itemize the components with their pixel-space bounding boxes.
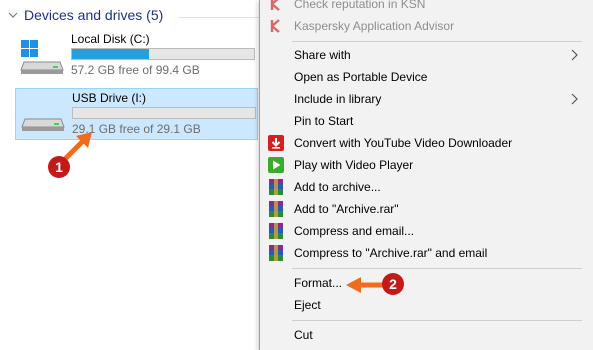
winrar-icon <box>269 201 283 217</box>
menu-separator <box>292 320 582 321</box>
menu-item-compress-email[interactable]: Compress and email... <box>260 220 592 242</box>
devices-and-drives-header[interactable]: Devices and drives (5) <box>4 6 262 26</box>
menu-item-eject[interactable]: Eject <box>260 294 592 316</box>
drive-name: USB Drive (I:) <box>72 91 147 105</box>
drive-usage-bar <box>72 107 256 119</box>
drive-local-disk-c[interactable]: Local Disk (C:) 57.2 GB free of 99.4 GB <box>15 30 258 82</box>
pointer-arrow-icon <box>63 132 92 161</box>
winrar-icon <box>269 223 283 239</box>
menu-item-add-archive[interactable]: Add to archive... <box>260 176 592 198</box>
drive-name: Local Disk (C:) <box>71 32 150 46</box>
winrar-icon <box>269 245 283 261</box>
section-divider <box>179 17 259 18</box>
usb-drive-icon <box>21 118 65 131</box>
pointer-arrow-icon <box>346 277 384 293</box>
chevron-right-icon <box>571 49 578 61</box>
menu-item-share-with[interactable]: Share with <box>260 44 592 66</box>
menu-item-pin-start[interactable]: Pin to Start <box>260 110 592 132</box>
menu-separator <box>292 41 582 42</box>
menu-item-play-video[interactable]: Play with Video Player <box>260 154 592 176</box>
kaspersky-icon <box>270 0 280 11</box>
windows-drive-icon <box>20 40 64 74</box>
play-icon <box>268 157 284 173</box>
menu-item-format[interactable]: Format... <box>260 272 592 294</box>
chevron-down-icon[interactable] <box>7 9 19 21</box>
menu-separator <box>292 268 582 269</box>
kaspersky-icon <box>270 19 280 33</box>
menu-item-convert-youtube[interactable]: Convert with YouTube Video Downloader <box>260 132 592 154</box>
step-1-badge: 1 <box>48 156 70 178</box>
chevron-right-icon <box>571 93 578 105</box>
winrar-icon <box>269 179 283 195</box>
menu-item-cut[interactable]: Cut <box>260 324 592 346</box>
menu-item-compress-rar-email[interactable]: Compress to "Archive.rar" and email <box>260 242 592 264</box>
download-icon <box>268 135 284 151</box>
section-title: Devices and drives (5) <box>24 7 164 23</box>
menu-item-include-library[interactable]: Include in library <box>260 88 592 110</box>
drive-usage-bar <box>71 48 255 60</box>
menu-item-check-reputation[interactable]: Check reputation in KSN <box>260 0 592 15</box>
menu-item-open-portable[interactable]: Open as Portable Device <box>260 66 592 88</box>
drive-usb-i[interactable]: USB Drive (I:) 29.1 GB free of 29.1 GB <box>15 88 258 140</box>
context-menu: Check reputation in KSN Kaspersky Applic… <box>259 0 593 350</box>
drive-usage-fill <box>72 49 150 59</box>
menu-item-kaspersky-advisor[interactable]: Kaspersky Application Advisor <box>260 15 592 37</box>
step-2-badge: 2 <box>382 273 404 295</box>
menu-item-add-archive-rar[interactable]: Add to "Archive.rar" <box>260 198 592 220</box>
drive-free-space: 57.2 GB free of 99.4 GB <box>71 63 200 77</box>
